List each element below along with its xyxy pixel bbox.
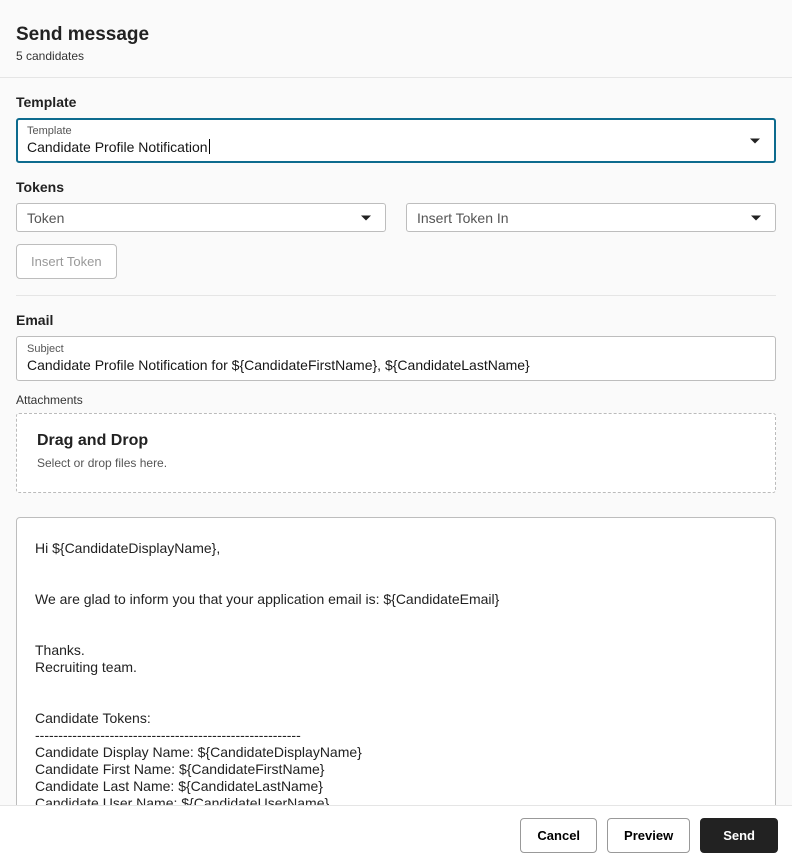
chevron-down-icon xyxy=(361,215,371,220)
preview-button[interactable]: Preview xyxy=(607,818,690,853)
send-button[interactable]: Send xyxy=(700,818,778,853)
page-subtitle: 5 candidates xyxy=(16,49,776,63)
subject-input[interactable]: Subject Candidate Profile Notification f… xyxy=(16,336,776,381)
template-section-label: Template xyxy=(16,94,776,110)
dropzone-hint: Select or drop files here. xyxy=(37,456,755,470)
template-select[interactable]: Template Candidate Profile Notification xyxy=(16,118,776,163)
page-title: Send message xyxy=(16,24,776,46)
chevron-down-icon xyxy=(751,215,761,220)
tokens-section-label: Tokens xyxy=(16,179,776,195)
attachments-dropzone[interactable]: Drag and Drop Select or drop files here. xyxy=(16,413,776,493)
template-value: Candidate Profile Notification xyxy=(27,138,739,156)
message-body-textarea[interactable]: Hi ${CandidateDisplayName}, We are glad … xyxy=(16,517,776,813)
divider xyxy=(16,295,776,296)
email-section-label: Email xyxy=(16,312,776,328)
subject-field-label: Subject xyxy=(27,343,765,355)
attachments-label: Attachments xyxy=(16,393,776,407)
insert-token-button[interactable]: Insert Token xyxy=(16,244,117,279)
subject-value: Candidate Profile Notification for ${Can… xyxy=(27,356,765,374)
chevron-down-icon xyxy=(750,138,760,143)
insert-token-in-select[interactable]: Insert Token In xyxy=(406,203,776,232)
cancel-button[interactable]: Cancel xyxy=(520,818,597,853)
dropzone-title: Drag and Drop xyxy=(37,432,755,450)
dialog-header: Send message 5 candidates xyxy=(0,0,792,77)
insert-in-placeholder: Insert Token In xyxy=(417,209,739,227)
token-select[interactable]: Token xyxy=(16,203,386,232)
dialog-footer: Cancel Preview Send xyxy=(0,805,792,865)
token-placeholder: Token xyxy=(27,209,349,227)
template-field-label: Template xyxy=(27,125,739,137)
